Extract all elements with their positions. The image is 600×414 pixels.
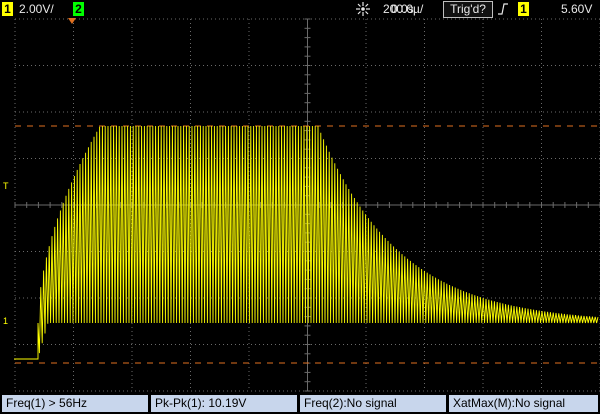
measurement-freq-ch2[interactable]: Freq(2):No signal [300, 395, 446, 412]
channel-1-trace [14, 125, 599, 360]
graticule-and-trace [14, 18, 600, 392]
trigger-status-box[interactable]: Trig'd? [443, 1, 493, 18]
waveform-path [14, 125, 599, 360]
rising-edge-trigger-icon [497, 2, 509, 16]
channel-1-badge[interactable]: 1 [2, 2, 13, 16]
trigger-level[interactable]: 5.60V [561, 2, 592, 16]
time-scale[interactable]: 200.0µ/ [383, 2, 423, 16]
channel-1-ground-marker[interactable]: 1 [3, 316, 8, 326]
acquisition-run-icon [355, 1, 371, 17]
channel-2-badge[interactable]: 2 [73, 2, 84, 16]
measurement-bar: Freq(1) > 56Hz Pk-Pk(1): 10.19V Freq(2):… [0, 393, 600, 414]
measurement-pkpk-ch1[interactable]: Pk-Pk(1): 10.19V [151, 395, 297, 412]
status-bar: 1 2.00V/ 2 0.0s 200.0µ/ Trig'd? 1 5.60V [0, 0, 600, 18]
trigger-level-marker[interactable]: T [3, 181, 9, 191]
channel-1-scale[interactable]: 2.00V/ [19, 2, 54, 16]
measurement-freq-ch1[interactable]: Freq(1) > 56Hz [2, 395, 148, 412]
trigger-position-marker[interactable] [68, 18, 76, 24]
waveform-display[interactable]: T 1 [0, 18, 600, 392]
trigger-source-badge[interactable]: 1 [518, 2, 529, 16]
measurement-xatmax-math[interactable]: XatMax(M):No signal [449, 395, 598, 412]
